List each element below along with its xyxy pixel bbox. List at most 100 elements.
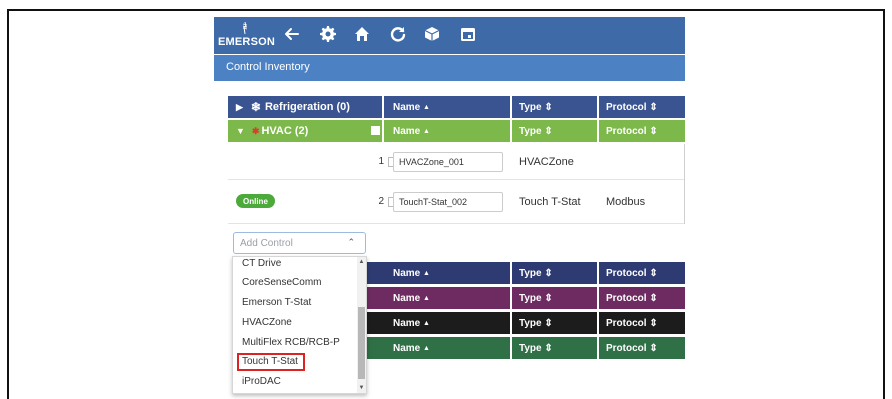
- chevron-up-icon: ⌃: [347, 237, 355, 247]
- column-divider: [510, 287, 512, 309]
- home-icon[interactable]: [352, 23, 372, 45]
- group-header[interactable]: Name ▲ Type ⇕ Protocol ⇕: [367, 262, 685, 284]
- arrow-left-icon[interactable]: [282, 23, 302, 45]
- row-protocol: Modbus: [606, 195, 646, 208]
- group-title-hvac[interactable]: ▼ ✱ HVAC (2): [236, 120, 308, 142]
- column-name[interactable]: Name ▲: [393, 262, 430, 284]
- group-header[interactable]: Name ▲ Type ⇕ Protocol ⇕: [367, 287, 685, 309]
- sort-icon: ⇕: [544, 317, 553, 329]
- sort-icon: ⇕: [544, 342, 553, 354]
- sort-icon: ⇕: [649, 317, 658, 329]
- table-row[interactable]: Online 2 TouchT-Stat_002 Touch T-Stat Mo…: [228, 180, 685, 224]
- sort-icon: ⇕: [544, 292, 553, 304]
- column-divider: [597, 120, 599, 142]
- calendar-icon[interactable]: [458, 23, 478, 45]
- group-header-refrigeration[interactable]: ▶ ❄ Refrigeration (0) Name ▲ Type ⇕ Prot…: [228, 96, 685, 118]
- column-divider: [510, 120, 512, 142]
- column-name[interactable]: Name ▲: [393, 96, 430, 118]
- sort-icon: ⇕: [649, 101, 658, 113]
- brand-name: EMERSON: [218, 36, 276, 48]
- column-protocol[interactable]: Protocol ⇕: [606, 312, 658, 334]
- sort-icon: ⇕: [649, 125, 658, 137]
- caret-right-icon: ▶: [236, 101, 243, 112]
- column-protocol[interactable]: Protocol ⇕: [606, 262, 658, 284]
- add-control-dropdown[interactable]: CT Drive CoreSenseComm Emerson T-Stat HV…: [232, 256, 367, 394]
- column-protocol[interactable]: Protocol ⇕: [606, 287, 658, 309]
- row-number: 2: [378, 196, 384, 207]
- column-divider: [597, 337, 599, 359]
- column-name[interactable]: Name ▲: [393, 312, 430, 334]
- dropdown-option[interactable]: MultiFlex RCB/RCB-P: [242, 337, 340, 348]
- column-divider: [597, 262, 599, 284]
- caret-down-icon: ▼: [236, 126, 245, 136]
- column-type[interactable]: Type ⇕: [519, 337, 553, 359]
- dropdown-option[interactable]: Emerson T-Stat: [242, 297, 311, 308]
- column-protocol[interactable]: Protocol ⇕: [606, 337, 658, 359]
- group-header[interactable]: Name ▲ Type ⇕ Protocol ⇕: [367, 312, 685, 334]
- section-title-bar: Control Inventory: [214, 55, 685, 81]
- row-number: 1: [378, 156, 384, 167]
- dropdown-option[interactable]: HVACZone: [242, 317, 292, 328]
- sort-icon: ⇕: [544, 267, 553, 279]
- refresh-icon[interactable]: [388, 23, 408, 45]
- scroll-up-icon[interactable]: ▲: [358, 259, 365, 265]
- group-select-checkbox[interactable]: [371, 126, 380, 135]
- top-toolbar: EMERSON: [214, 17, 685, 54]
- group-header[interactable]: Name ▲ Type ⇕ Protocol ⇕: [367, 337, 685, 359]
- column-protocol[interactable]: Protocol ⇕: [606, 96, 658, 118]
- column-type[interactable]: Type ⇕: [519, 96, 553, 118]
- group-title-refrigeration[interactable]: ▶ ❄ Refrigeration (0): [236, 96, 350, 118]
- column-protocol[interactable]: Protocol ⇕: [606, 120, 658, 142]
- column-divider: [510, 96, 512, 118]
- sort-icon: ⇕: [544, 125, 553, 137]
- sort-asc-icon: ▲: [423, 294, 430, 302]
- dropdown-option-selected[interactable]: Touch T-Stat: [242, 356, 298, 367]
- column-name[interactable]: Name ▲: [393, 120, 430, 142]
- dropdown-option[interactable]: CT Drive: [242, 258, 281, 269]
- column-divider: [597, 312, 599, 334]
- snowflake-icon: ❄: [250, 100, 261, 114]
- sort-icon: ⇕: [649, 267, 658, 279]
- dropdown-option[interactable]: iProDAC: [242, 376, 281, 387]
- control-name-input[interactable]: TouchT-Stat_002: [393, 192, 503, 212]
- sort-asc-icon: ▲: [423, 269, 430, 277]
- column-divider: [597, 287, 599, 309]
- add-control-placeholder: Add Control: [240, 238, 293, 249]
- sort-asc-icon: ▲: [423, 103, 430, 111]
- gear-icon[interactable]: [318, 23, 338, 45]
- row-type: HVACZone: [519, 155, 574, 168]
- column-type[interactable]: Type ⇕: [519, 287, 553, 309]
- dropdown-scrollbar-thumb[interactable]: [358, 307, 365, 379]
- column-type[interactable]: Type ⇕: [519, 262, 553, 284]
- column-name[interactable]: Name ▲: [393, 287, 430, 309]
- column-type[interactable]: Type ⇕: [519, 120, 553, 142]
- table-right-border: [684, 144, 685, 224]
- sort-asc-icon: ▲: [423, 127, 430, 135]
- dropdown-option[interactable]: CoreSenseComm: [242, 277, 321, 288]
- sort-icon: ⇕: [649, 292, 658, 304]
- emerson-logo-mark-icon: [240, 21, 250, 37]
- emerson-logo: EMERSON: [218, 21, 276, 51]
- column-divider: [510, 312, 512, 334]
- add-control-select[interactable]: Add Control ⌃: [233, 232, 366, 254]
- page-title: Control Inventory: [226, 61, 310, 73]
- group-header-hvac[interactable]: ▼ ✱ HVAC (2) Name ▲ Type ⇕ Protocol ⇕: [228, 120, 685, 142]
- table-row[interactable]: 1 HVACZone_001 HVACZone: [228, 144, 685, 180]
- row-type: Touch T-Stat: [519, 195, 581, 208]
- sort-icon: ⇕: [544, 101, 553, 113]
- column-divider: [382, 96, 384, 118]
- sort-asc-icon: ▲: [423, 319, 430, 327]
- column-divider: [510, 262, 512, 284]
- box-icon[interactable]: [422, 23, 442, 45]
- column-divider: [597, 96, 599, 118]
- column-name[interactable]: Name ▲: [393, 337, 430, 359]
- control-name-input[interactable]: HVACZone_001: [393, 152, 503, 172]
- sort-icon: ⇕: [649, 342, 658, 354]
- column-type[interactable]: Type ⇕: [519, 312, 553, 334]
- column-divider: [510, 337, 512, 359]
- sort-asc-icon: ▲: [423, 344, 430, 352]
- scroll-down-icon[interactable]: ▼: [358, 385, 365, 391]
- hvac-icon: ✱: [251, 125, 260, 136]
- status-badge: Online: [236, 194, 275, 208]
- column-divider: [382, 120, 384, 142]
